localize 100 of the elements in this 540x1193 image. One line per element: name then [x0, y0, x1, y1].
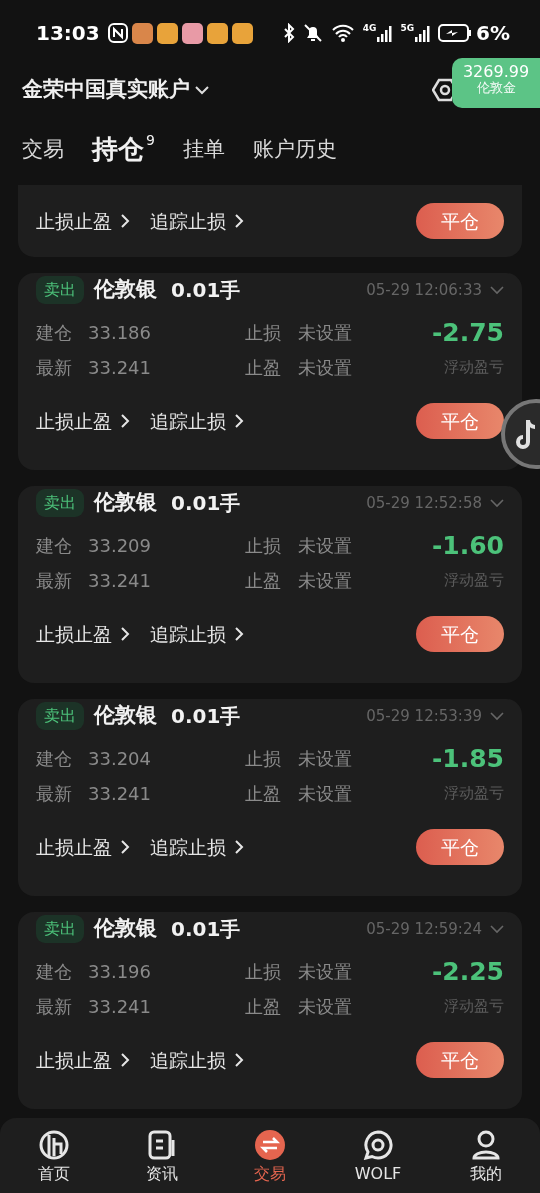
- nfc-icon: [107, 23, 128, 43]
- action-link[interactable]: 止损止盈: [36, 406, 130, 436]
- profit-loss-value: -2.75: [431, 316, 504, 349]
- action-link[interactable]: 止损止盈: [36, 1045, 130, 1075]
- profit-loss-value: -1.60: [431, 529, 504, 562]
- nav-tab[interactable]: 我的: [432, 1125, 540, 1186]
- field-label: 最新: [36, 569, 73, 593]
- side-badge: 卖出: [36, 489, 84, 517]
- action-link[interactable]: 追踪止损: [150, 619, 244, 649]
- newspaper-icon: [147, 1129, 177, 1160]
- field-label: 止盈: [245, 782, 282, 806]
- field-value: 未设置: [298, 782, 353, 806]
- field-label: 止盈: [245, 569, 282, 593]
- action-link[interactable]: 追踪止损: [150, 1045, 244, 1075]
- field-value: 33.204: [88, 747, 152, 771]
- field-value: 未设置: [298, 321, 353, 345]
- side-badge: 卖出: [36, 276, 84, 304]
- tab[interactable]: 挂单: [182, 133, 225, 166]
- bluetooth-icon: [282, 23, 295, 43]
- symbol-name: 伦敦银: [94, 915, 157, 943]
- chat-bubble-icon: [363, 1129, 393, 1160]
- nav-tab[interactable]: 资讯: [108, 1125, 216, 1186]
- field-label: 建仓: [36, 321, 73, 345]
- field-value: 33.241: [88, 356, 152, 380]
- person-icon: [471, 1129, 501, 1160]
- lot-size: 0.01手: [171, 277, 241, 304]
- chevron-down-icon: [490, 924, 504, 934]
- status-time: 13:03: [36, 20, 100, 47]
- field-value: 33.241: [88, 995, 152, 1019]
- account-selector[interactable]: 金荣中国真实账户: [22, 74, 210, 106]
- profit-loss-label: 浮动盈亏: [443, 783, 504, 805]
- symbol-name: 伦敦银: [94, 489, 157, 517]
- swap-arrows-icon: [255, 1129, 285, 1160]
- field-label: 止盈: [245, 995, 282, 1019]
- battery-percent: 6%: [476, 20, 510, 47]
- field-value: 33.186: [88, 321, 152, 345]
- field-value: 未设置: [298, 534, 353, 558]
- action-link[interactable]: 止损止盈: [36, 206, 130, 236]
- chevron-down-icon: [490, 498, 504, 508]
- chevron-right-icon: [120, 413, 130, 429]
- chevron-right-icon: [234, 213, 244, 229]
- field-value: 33.209: [88, 534, 152, 558]
- network-label: 5G: [400, 24, 415, 33]
- tab[interactable]: 账户历史: [252, 133, 337, 166]
- bell-off-icon: [302, 23, 323, 43]
- side-badge: 卖出: [36, 702, 84, 730]
- action-link[interactable]: 追踪止损: [150, 206, 244, 236]
- field-label: 建仓: [36, 960, 73, 984]
- profit-loss-value: -1.85: [431, 742, 504, 775]
- field-label: 止损: [245, 747, 282, 771]
- chevron-right-icon: [120, 626, 130, 642]
- field-label: 止盈: [245, 356, 282, 380]
- field-label: 建仓: [36, 747, 73, 771]
- field-label: 最新: [36, 995, 73, 1019]
- field-value: 未设置: [298, 569, 353, 593]
- chevron-down-icon: [194, 85, 210, 95]
- chevron-right-icon: [234, 839, 244, 855]
- field-label: 建仓: [36, 534, 73, 558]
- settings-icon[interactable]: [432, 77, 452, 103]
- field-value: 33.241: [88, 569, 152, 593]
- chevron-right-icon: [234, 1052, 244, 1068]
- chevron-right-icon: [234, 413, 244, 429]
- chevron-right-icon: [234, 626, 244, 642]
- lot-size: 0.01手: [171, 703, 241, 730]
- side-badge: 卖出: [36, 915, 84, 943]
- action-link[interactable]: 追踪止损: [150, 832, 244, 862]
- nav-tab[interactable]: 交易: [216, 1125, 324, 1186]
- battery-charging-icon: [438, 24, 473, 42]
- field-value: 未设置: [298, 747, 353, 771]
- field-value: 未设置: [298, 995, 353, 1019]
- profit-loss-value: -2.25: [431, 955, 504, 988]
- chevron-right-icon: [120, 1052, 130, 1068]
- symbol-name: 伦敦银: [94, 276, 157, 304]
- wifi-icon: [330, 24, 355, 42]
- floating-bubble-icon[interactable]: [500, 398, 540, 470]
- network-label: 4G: [362, 24, 377, 33]
- nav-tab[interactable]: WOLF: [324, 1125, 432, 1186]
- signal-icon: [376, 24, 393, 42]
- profit-loss-label: 浮动盈亏: [443, 996, 504, 1018]
- field-value: 33.196: [88, 960, 152, 984]
- chevron-down-icon: [490, 285, 504, 295]
- signal-icon: [414, 24, 431, 42]
- action-link[interactable]: 止损止盈: [36, 619, 130, 649]
- action-link[interactable]: 追踪止损: [150, 406, 244, 436]
- nav-tab[interactable]: 首页: [0, 1125, 108, 1186]
- field-label: 止损: [245, 960, 282, 984]
- field-value: 33.241: [88, 782, 152, 806]
- profit-loss-label: 浮动盈亏: [443, 570, 504, 592]
- chevron-right-icon: [120, 839, 130, 855]
- field-label: 最新: [36, 356, 73, 380]
- chevron-down-icon: [490, 711, 504, 721]
- field-value: 未设置: [298, 356, 353, 380]
- field-value: 未设置: [298, 960, 353, 984]
- lot-size: 0.01手: [171, 916, 241, 943]
- chevron-right-icon: [120, 213, 130, 229]
- action-link[interactable]: 止损止盈: [36, 832, 130, 862]
- field-label: 止损: [245, 534, 282, 558]
- field-label: 最新: [36, 782, 73, 806]
- tab[interactable]: 交易: [22, 133, 64, 166]
- symbol-name: 伦敦银: [94, 702, 157, 730]
